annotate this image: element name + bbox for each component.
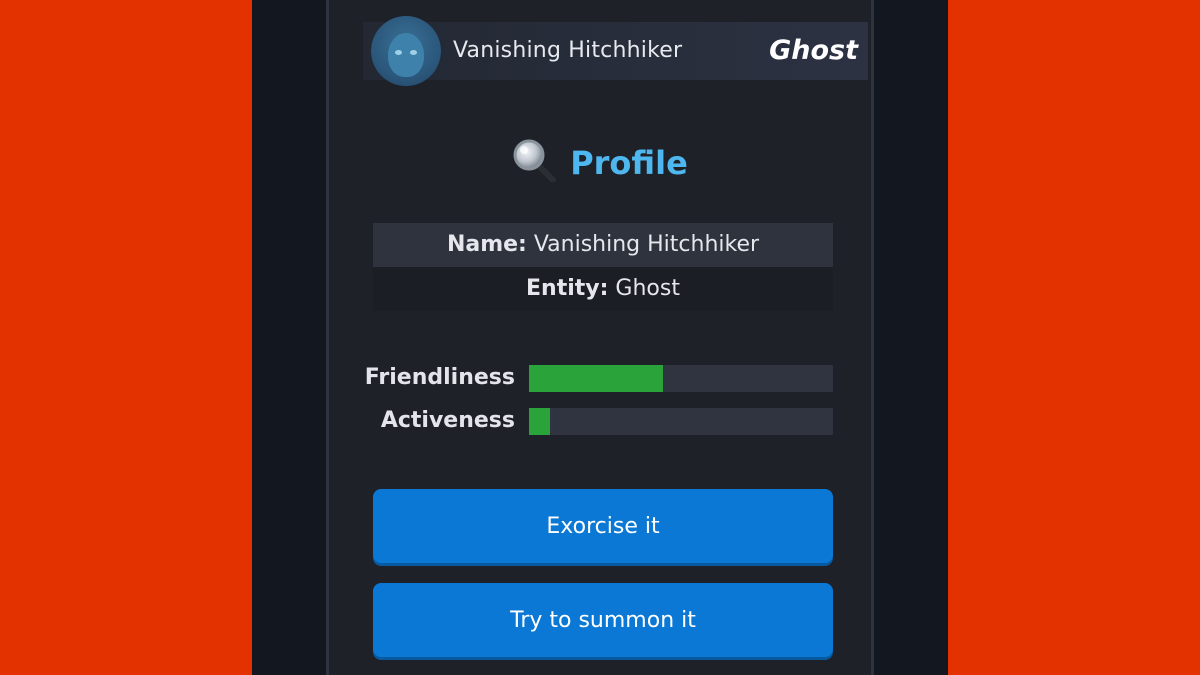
profile-info-table: Name: Vanishing Hitchhiker Entity: Ghost	[373, 223, 833, 311]
magnifying-glass-icon	[512, 138, 557, 183]
info-value: Vanishing Hitchhiker	[533, 232, 760, 257]
entity-type: Ghost	[769, 35, 858, 66]
stat-track	[529, 408, 833, 435]
exorcise-button[interactable]: Exorcise it	[373, 489, 833, 563]
profile-title: Profile	[570, 144, 688, 182]
friendliness-bar-fill	[529, 365, 663, 392]
profile-heading: Profile	[329, 138, 871, 183]
stat-activeness: Activeness	[329, 407, 877, 435]
ghost-portrait-icon	[371, 16, 441, 86]
entity-name: Vanishing Hitchhiker	[453, 38, 683, 63]
stat-label: Friendliness	[364, 365, 515, 390]
info-row-name: Name: Vanishing Hitchhiker	[373, 223, 833, 267]
stat-friendliness: Friendliness	[329, 364, 877, 392]
activeness-bar-fill	[529, 408, 551, 435]
info-row-entity: Entity: Ghost	[373, 267, 833, 311]
info-key: Name:	[446, 232, 527, 257]
stat-label: Activeness	[380, 408, 515, 433]
info-value: Ghost	[615, 276, 680, 301]
phone-frame: Vanishing Hitchhiker Ghost Profile Name:…	[252, 0, 948, 675]
info-key: Entity:	[526, 276, 609, 301]
summon-button[interactable]: Try to summon it	[373, 583, 833, 657]
entity-header: Vanishing Hitchhiker Ghost	[363, 16, 868, 86]
left-background	[0, 0, 252, 675]
app-screen: Vanishing Hitchhiker Ghost Profile Name:…	[326, 0, 874, 675]
stat-track	[529, 365, 833, 392]
right-background	[948, 0, 1200, 675]
